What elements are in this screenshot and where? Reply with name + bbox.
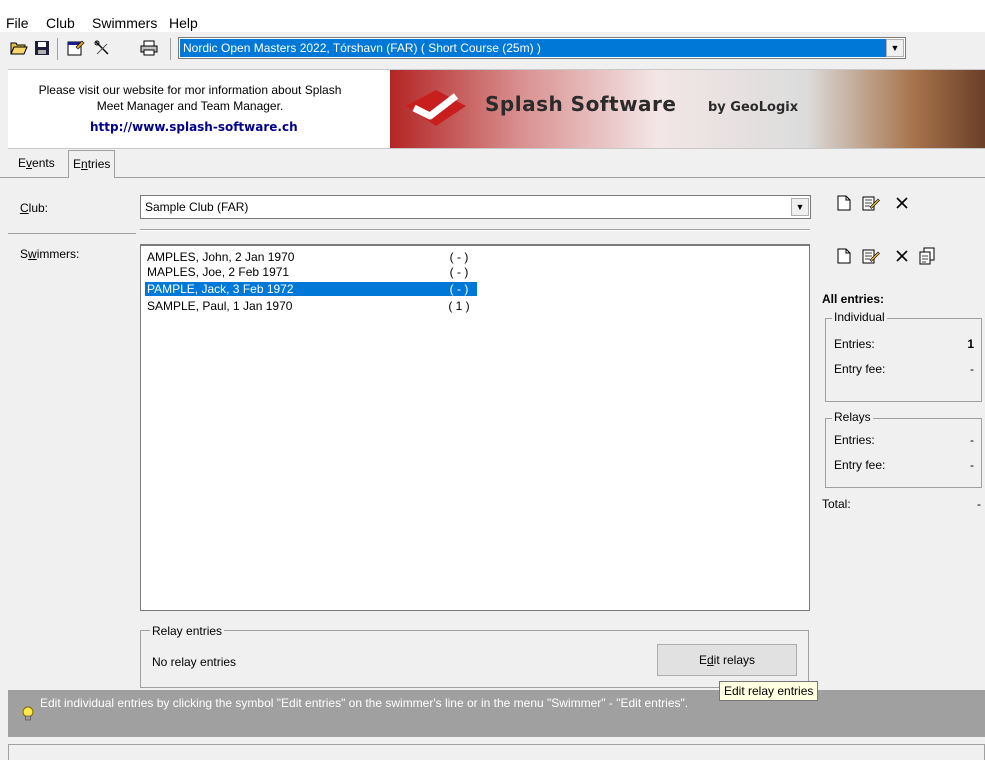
individual-fee-label: Entry fee: [834, 362, 886, 376]
brand-sub: by GeoLogix [708, 100, 799, 115]
new-document-icon[interactable] [833, 192, 855, 214]
edit-relays-button[interactable]: Ed it relays [657, 644, 797, 676]
swimmers-label-c: immers: [36, 247, 80, 261]
swimmer-list[interactable]: AMPLES, John, 2 Jan 1970 ( - ) MAPLES, J… [140, 244, 810, 611]
brand-name: Splash Software [485, 92, 677, 116]
splash-logo-icon [406, 90, 466, 126]
swimmer-entries: ( - ) [449, 282, 469, 296]
club-label-a: C [20, 201, 29, 215]
meet-select[interactable]: Nordic Open Masters 2022, Tórshavn (FAR)… [178, 37, 906, 59]
relay-entries-status: No relay entries [152, 655, 237, 669]
swimmer-entries: ( - ) [449, 265, 469, 279]
divider [8, 233, 136, 234]
swimmers-label-b: w [28, 247, 37, 261]
edit-relays-label-c: it relays [713, 653, 756, 667]
relays-legend: Relays [832, 410, 873, 424]
meet-select-value: Nordic Open Masters 2022, Tórshavn (FAR)… [180, 39, 886, 57]
toolbar-separator [170, 38, 171, 60]
banner-text: Please visit our website for mor informa… [15, 82, 365, 114]
tools-icon[interactable] [92, 38, 112, 58]
total-label: Total: [822, 497, 851, 511]
swimmers-label: Swimmers: [20, 247, 79, 261]
chevron-down-icon[interactable]: ▼ [791, 198, 809, 216]
club-select-value: Sample Club (FAR) [145, 200, 249, 214]
relays-fee-value: - [970, 458, 974, 472]
tab-entries-label-b: n [81, 157, 88, 171]
chevron-down-icon[interactable]: ▼ [886, 39, 904, 57]
relays-group [825, 418, 982, 488]
new-swimmer-icon[interactable] [833, 245, 855, 267]
total-value: - [977, 497, 981, 511]
menu-bar: File Club Swimmers Help [0, 0, 985, 32]
swimmer-name: AMPLES, John, 2 Jan 1970 [147, 250, 295, 264]
edit-document-icon[interactable] [860, 192, 882, 214]
divider [140, 229, 810, 231]
open-folder-icon[interactable] [9, 38, 29, 58]
swimmer-row-selected[interactable]: PAMPLE, Jack, 3 Feb 1972 ( - ) [145, 282, 477, 296]
tab-entries-label-a: E [73, 157, 82, 171]
swimmer-name: MAPLES, Joe, 2 Feb 1971 [147, 265, 290, 279]
tab-events-label-c: ents [32, 156, 55, 170]
swimmer-name: SAMPLE, Paul, 1 Jan 1970 [147, 299, 293, 313]
relays-entries-label: Entries: [834, 433, 875, 447]
relays-fee-label: Entry fee: [834, 458, 886, 472]
individual-entries-label: Entries: [834, 337, 875, 351]
delete-icon[interactable] [891, 192, 913, 214]
edit-relays-label-a: E [698, 653, 707, 667]
individual-entries-value: 1 [967, 337, 974, 351]
club-select[interactable]: Sample Club (FAR) ▼ [140, 195, 811, 219]
club-label-b: lub: [28, 201, 49, 215]
delete-swimmer-icon[interactable] [891, 245, 913, 267]
website-link[interactable]: http://www.splash-software.ch [90, 120, 298, 134]
tooltip: Edit relay entries [719, 681, 819, 701]
status-hint: Edit individual entries by clicking the … [40, 696, 689, 710]
club-label: Club: [20, 201, 48, 215]
tab-events-label-a: E [18, 156, 27, 170]
individual-fee-value: - [970, 362, 974, 376]
banner-line-2: Meet Manager and Team Manager. [96, 99, 284, 113]
swimmer-row[interactable]: MAPLES, Joe, 2 Feb 1971 ( - ) [145, 265, 477, 279]
swimmers-label-a: S [20, 247, 29, 261]
swimmer-name: PAMPLE, Jack, 3 Feb 1972 [147, 282, 294, 296]
tab-entries-label-c: tries [87, 157, 111, 171]
swimmer-row[interactable]: AMPLES, John, 2 Jan 1970 ( - ) [145, 250, 477, 264]
tab-entries[interactable]: Entries [68, 150, 116, 178]
relay-entries-legend: Relay entries [150, 624, 225, 638]
individual-group [825, 318, 982, 402]
tab-events[interactable]: Events [14, 152, 59, 176]
lightbulb-icon [22, 706, 34, 721]
tab-divider [0, 177, 985, 178]
menu-help[interactable]: Help [169, 16, 198, 30]
edit-relays-label-b: d [706, 653, 714, 667]
banner-line-1: Please visit our website for mor informa… [38, 83, 342, 97]
relays-entries-value: - [970, 433, 974, 447]
individual-legend: Individual [832, 310, 887, 324]
menu-club[interactable]: Club [46, 16, 75, 30]
save-icon[interactable] [32, 38, 52, 58]
edit-entries-icon[interactable] [860, 245, 882, 267]
swimmer-entries: ( - ) [449, 250, 469, 264]
swimmer-row[interactable]: SAMPLE, Paul, 1 Jan 1970 ( 1 ) [145, 299, 477, 313]
menu-swimmers[interactable]: Swimmers [92, 16, 157, 30]
properties-icon[interactable] [66, 38, 86, 58]
bottom-status-field [8, 744, 985, 760]
menu-file[interactable]: File [6, 16, 29, 30]
banner-image[interactable] [390, 70, 985, 148]
print-icon[interactable] [139, 38, 159, 58]
swimmer-entries: ( 1 ) [448, 299, 470, 313]
copy-icon[interactable] [916, 245, 938, 267]
toolbar-separator [57, 38, 58, 60]
all-entries-heading: All entries: [822, 292, 885, 306]
